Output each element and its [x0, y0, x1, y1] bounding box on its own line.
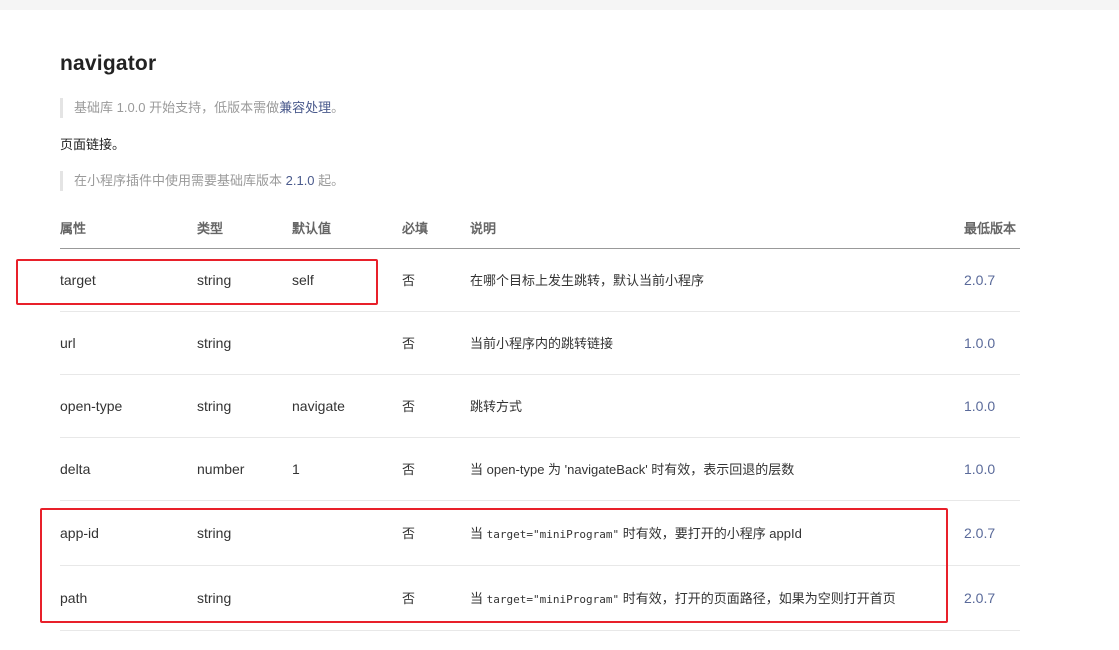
cell-required: 否	[402, 311, 470, 375]
cell-attr: path	[60, 565, 197, 631]
desc-prefix: 当	[470, 591, 487, 606]
cell-desc: 跳转方式	[470, 374, 964, 438]
cell-min-version: 2.0.7	[964, 248, 1020, 312]
cell-default	[292, 311, 402, 375]
cell-desc: 当 open-type 为 'navigateBack' 时有效，表示回退的层数	[470, 437, 964, 501]
cell-type: string	[197, 248, 292, 312]
cell-desc: 当前小程序内的跳转链接	[470, 311, 964, 375]
cell-default	[292, 500, 402, 566]
support-notice: 基础库 1.0.0 开始支持，低版本需做兼容处理。	[60, 98, 344, 118]
cell-min-version: 1.0.0	[964, 374, 1020, 438]
cell-required: 否	[402, 437, 470, 501]
header-min-version: 最低版本	[964, 208, 1020, 249]
cell-min-version: 1.0.0	[964, 437, 1020, 501]
cell-attr: target	[60, 248, 197, 312]
cell-type: number	[197, 437, 292, 501]
cell-min-version: 2.0.7	[964, 500, 1020, 566]
cell-type: string	[197, 374, 292, 438]
plugin-notice-suffix: 起。	[314, 173, 345, 188]
cell-type: string	[197, 311, 292, 375]
table-row: url string 否 当前小程序内的跳转链接 1.0.0	[60, 311, 1020, 375]
cell-attr: url	[60, 311, 197, 375]
cell-required: 否	[402, 374, 470, 438]
cell-default: navigate	[292, 374, 402, 438]
cell-type: string	[197, 500, 292, 566]
component-description: 页面链接。	[60, 137, 126, 152]
cell-min-version: 2.0.7	[964, 565, 1020, 631]
table-row: open-type string navigate 否 跳转方式 1.0.0	[60, 374, 1020, 438]
inline-code: target="miniProgram"	[486, 528, 620, 541]
cell-desc: 当 target="miniProgram" 时有效，打开的页面路径，如果为空则…	[470, 565, 964, 631]
cell-attr: app-id	[60, 500, 197, 566]
table-header-row: 属性 类型 默认值 必填 说明 最低版本	[60, 208, 1020, 249]
cell-attr: delta	[60, 437, 197, 501]
cell-min-version: 1.0.0	[964, 311, 1020, 375]
cell-required: 否	[402, 500, 470, 566]
compat-link[interactable]: 兼容处理	[279, 100, 331, 115]
cell-desc: 当 target="miniProgram" 时有效，要打开的小程序 appId	[470, 500, 964, 566]
cell-default	[292, 565, 402, 631]
cell-required: 否	[402, 565, 470, 631]
desc-prefix: 当	[470, 526, 487, 541]
desc-suffix: 时有效，要打开的小程序 appId	[619, 526, 802, 541]
header-default: 默认值	[292, 208, 402, 249]
plugin-notice-text: 在小程序插件中使用需要基础库版本	[74, 173, 286, 188]
header-desc: 说明	[470, 208, 964, 249]
cell-desc: 在哪个目标上发生跳转，默认当前小程序	[470, 248, 964, 312]
table-row: delta number 1 否 当 open-type 为 'navigate…	[60, 437, 1020, 501]
top-bar	[0, 0, 1119, 10]
plugin-min-version: 2.1.0	[285, 173, 315, 188]
cell-default: self	[292, 248, 402, 312]
cell-required: 否	[402, 248, 470, 312]
table-row: app-id string 否 当 target="miniProgram" 时…	[60, 500, 1020, 566]
header-required: 必填	[402, 208, 470, 249]
cell-default: 1	[292, 437, 402, 501]
cell-attr: open-type	[60, 374, 197, 438]
table-row: path string 否 当 target="miniProgram" 时有效…	[60, 565, 1020, 631]
page-title: navigator	[60, 52, 157, 75]
support-notice-text: 基础库 1.0.0 开始支持，低版本需做	[74, 100, 280, 115]
inline-code: target="miniProgram"	[486, 593, 620, 606]
header-type: 类型	[197, 208, 292, 249]
desc-suffix: 时有效，打开的页面路径，如果为空则打开首页	[619, 591, 896, 606]
cell-type: string	[197, 565, 292, 631]
plugin-notice: 在小程序插件中使用需要基础库版本 2.1.0 起。	[60, 171, 344, 191]
header-attr: 属性	[60, 208, 197, 249]
support-notice-suffix: 。	[331, 100, 345, 115]
properties-table: 属性 类型 默认值 必填 说明 最低版本 target string self …	[60, 208, 1020, 631]
table-row: target string self 否 在哪个目标上发生跳转，默认当前小程序 …	[60, 248, 1020, 312]
